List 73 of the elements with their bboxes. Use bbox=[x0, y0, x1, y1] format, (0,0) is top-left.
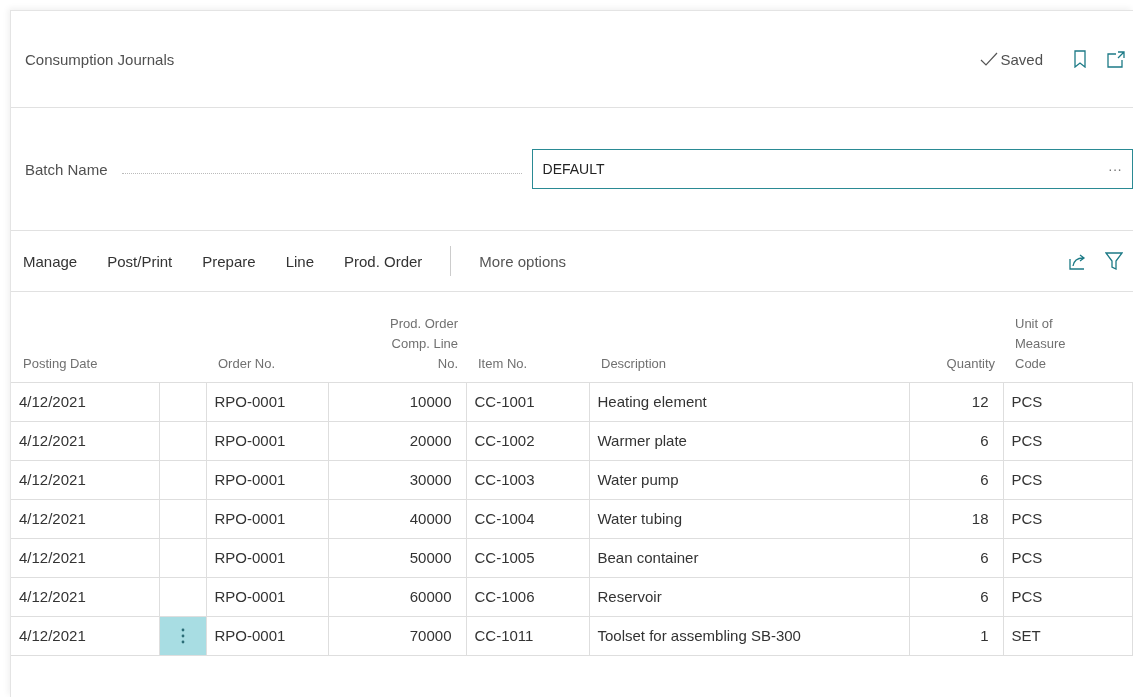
column-header[interactable]: Order No. bbox=[206, 308, 328, 382]
table-cell: CC-1005 bbox=[466, 538, 589, 577]
table-cell: CC-1011 bbox=[466, 616, 589, 655]
table-cell: 70000 bbox=[328, 616, 466, 655]
action-menu-button[interactable]: Prod. Order bbox=[338, 248, 429, 274]
table-cell: 4/12/2021 bbox=[11, 421, 159, 460]
table-cell: CC-1001 bbox=[466, 382, 589, 421]
table-cell: 10000 bbox=[328, 382, 466, 421]
table-cell: SET bbox=[1003, 616, 1133, 655]
batch-name-field[interactable]: DEFAULT ··· bbox=[531, 149, 1133, 189]
table-cell: PCS bbox=[1003, 538, 1133, 577]
table-cell: Water tubing bbox=[589, 499, 909, 538]
table-cell: 6 bbox=[909, 460, 1003, 499]
action-menu-button[interactable]: Prepare bbox=[196, 248, 262, 274]
pop-out-icon[interactable] bbox=[1107, 50, 1125, 68]
table-cell: 6 bbox=[909, 421, 1003, 460]
table-cell: PCS bbox=[1003, 577, 1133, 616]
table-cell: Heating element bbox=[589, 382, 909, 421]
table-cell: 4/12/2021 bbox=[11, 577, 159, 616]
column-header[interactable]: Item No. bbox=[466, 308, 589, 382]
column-header[interactable]: Prod. Order Comp. Line No. bbox=[328, 308, 466, 382]
table-cell: RPO-0001 bbox=[206, 616, 328, 655]
filter-icon[interactable] bbox=[1105, 252, 1123, 270]
table-cell: 20000 bbox=[328, 421, 466, 460]
action-menu-button[interactable]: Manage bbox=[17, 248, 84, 274]
table-cell: CC-1002 bbox=[466, 421, 589, 460]
table-cell: RPO-0001 bbox=[206, 460, 328, 499]
table-cell: 18 bbox=[909, 499, 1003, 538]
share-icon[interactable] bbox=[1069, 252, 1087, 270]
table-cell: 4/12/2021 bbox=[11, 382, 159, 421]
table-cell: PCS bbox=[1003, 382, 1133, 421]
table-cell: Water pump bbox=[589, 460, 909, 499]
table-cell: RPO-0001 bbox=[206, 382, 328, 421]
checkmark-icon bbox=[980, 52, 999, 66]
table-cell: Warmer plate bbox=[589, 421, 909, 460]
more-dots-icon bbox=[180, 627, 185, 644]
table-cell: 6 bbox=[909, 577, 1003, 616]
table-cell: CC-1003 bbox=[466, 460, 589, 499]
table-cell: RPO-0001 bbox=[206, 538, 328, 577]
table-cell: 4/12/2021 bbox=[11, 460, 159, 499]
table-cell: PCS bbox=[1003, 460, 1133, 499]
table-cell: Bean container bbox=[589, 538, 909, 577]
column-header[interactable]: Unit of Measure Code bbox=[1003, 308, 1133, 382]
column-header[interactable]: Quantity bbox=[909, 308, 1003, 382]
table-cell: 4/12/2021 bbox=[11, 616, 159, 655]
table-cell: RPO-0001 bbox=[206, 421, 328, 460]
table-cell: 4/12/2021 bbox=[11, 538, 159, 577]
save-status: Saved bbox=[980, 50, 1043, 68]
table-cell: RPO-0001 bbox=[206, 499, 328, 538]
table-cell: CC-1004 bbox=[466, 499, 589, 538]
table-cell: 60000 bbox=[328, 577, 466, 616]
table-cell: 50000 bbox=[328, 538, 466, 577]
table-cell: 6 bbox=[909, 538, 1003, 577]
bookmark-icon[interactable] bbox=[1073, 50, 1087, 68]
table-cell: 1 bbox=[909, 616, 1003, 655]
table-cell: PCS bbox=[1003, 421, 1133, 460]
field-label: Batch Name bbox=[25, 160, 108, 178]
table-cell: 12 bbox=[909, 382, 1003, 421]
table-cell: Reservoir bbox=[589, 577, 909, 616]
table-cell: 30000 bbox=[328, 460, 466, 499]
more-options-button[interactable]: More options bbox=[473, 248, 573, 274]
row-menu-cell[interactable] bbox=[159, 616, 206, 655]
table-cell: 40000 bbox=[328, 499, 466, 538]
table-cell: PCS bbox=[1003, 499, 1133, 538]
table-cell: 4/12/2021 bbox=[11, 499, 159, 538]
table-cell: CC-1006 bbox=[466, 577, 589, 616]
action-menu-button[interactable]: Post/Print bbox=[101, 248, 179, 274]
action-menu-button[interactable]: Line bbox=[279, 248, 320, 274]
page-title: Consumption Journals bbox=[25, 50, 175, 68]
column-header[interactable]: Description bbox=[589, 308, 909, 382]
table-cell: RPO-0001 bbox=[206, 577, 328, 616]
column-header[interactable]: Posting Date bbox=[11, 308, 159, 382]
table-cell: Toolset for assembling SB-300 bbox=[589, 616, 909, 655]
